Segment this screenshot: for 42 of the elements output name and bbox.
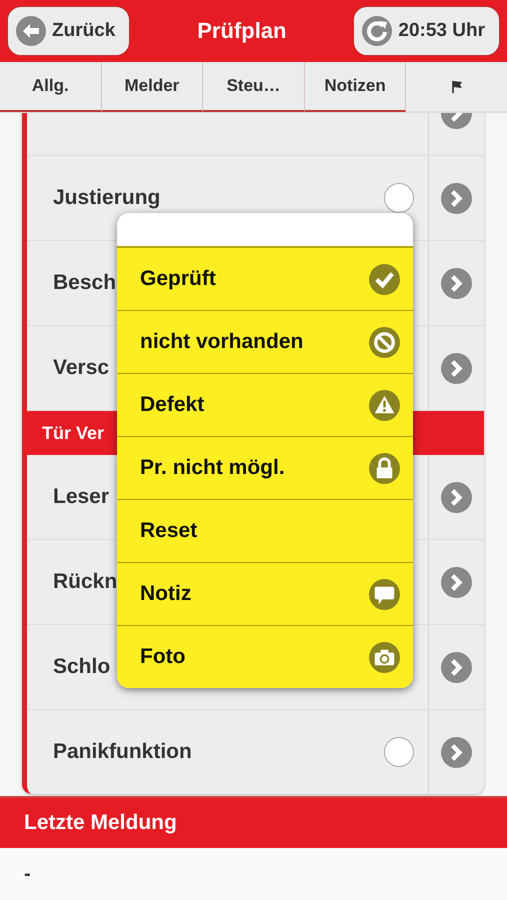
check-icon <box>369 264 400 294</box>
chevron-right-icon[interactable] <box>441 482 472 512</box>
chevron-right-icon[interactable] <box>441 566 472 598</box>
last-message-text: - <box>24 862 31 886</box>
chevron-right-icon[interactable] <box>441 652 472 682</box>
back-button[interactable]: Zurück <box>7 6 130 56</box>
tab[interactable]: Melder <box>102 62 204 112</box>
flag-icon <box>450 80 463 94</box>
lock-icon <box>369 452 400 484</box>
menu-item[interactable]: Foto <box>117 626 413 688</box>
list-row[interactable]: Panikfunktion <box>27 710 484 794</box>
chevron-right-icon[interactable] <box>441 352 472 384</box>
item-label: Besch <box>53 271 116 295</box>
tab[interactable]: Steu… <box>203 62 305 112</box>
menu-item[interactable]: nicht vorhanden <box>117 311 413 374</box>
menu-item[interactable]: Defekt <box>117 374 413 437</box>
radio-button[interactable] <box>384 183 414 213</box>
item-label: Rückn <box>53 570 118 594</box>
item-label: Panikfunktion <box>53 740 192 764</box>
chevron-right-icon[interactable] <box>441 268 472 298</box>
refresh-icon <box>362 16 392 46</box>
block-icon <box>369 326 400 358</box>
menu-item[interactable]: Notiz <box>117 563 413 626</box>
tab[interactable]: Notizen <box>304 62 406 112</box>
comment-icon <box>369 578 400 610</box>
tab[interactable]: Allg. <box>0 62 102 112</box>
menu-item[interactable]: Pr. nicht mögl. <box>117 437 413 500</box>
item-label: Leser <box>53 485 110 509</box>
last-message-title: Letzte Meldung <box>24 811 177 835</box>
warning-icon <box>369 390 400 420</box>
chevron-right-icon[interactable] <box>441 736 472 768</box>
item-label: Versc <box>53 356 110 380</box>
page-title: Prüfplan <box>197 18 286 44</box>
camera-icon <box>369 642 400 672</box>
refresh-time-button[interactable]: 20:53 Uhr <box>353 6 500 56</box>
chevron-right-icon[interactable] <box>441 182 472 214</box>
item-label: Schlo <box>53 655 110 679</box>
item-label: Justierung <box>53 186 160 210</box>
radio-button[interactable] <box>384 737 414 767</box>
menu-item[interactable]: Reset <box>117 500 413 563</box>
menu-item[interactable]: Geprüft <box>117 248 413 311</box>
section-title: Tür Ver <box>42 422 104 444</box>
